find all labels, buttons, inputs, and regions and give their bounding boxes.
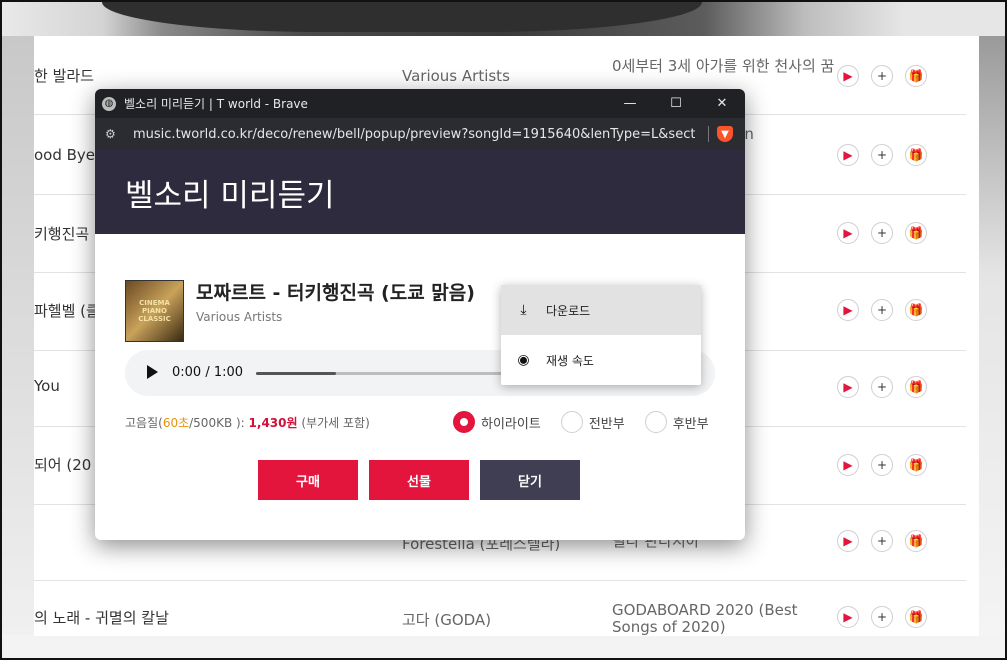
gift-button[interactable]: 🎁 bbox=[905, 299, 927, 321]
song-title[interactable]: 의 노래 - 귀멸의 칼날 bbox=[34, 607, 169, 628]
song-title[interactable]: 한 발라드 bbox=[34, 65, 94, 86]
add-button[interactable]: + bbox=[871, 606, 893, 628]
radio-highlight[interactable]: 하이라이트 bbox=[453, 411, 541, 433]
song-title[interactable]: 키행진곡 bbox=[34, 223, 89, 244]
song-title[interactable]: You bbox=[34, 377, 60, 395]
price-info: 고음질(60초/500KB ): 1,430원 (부가세 포함) bbox=[125, 416, 370, 430]
seek-bar[interactable] bbox=[256, 372, 506, 375]
background-left bbox=[2, 36, 34, 638]
window-titlebar[interactable]: ◍ 벨소리 미리듣기 | T world - Brave — ☐ ✕ bbox=[95, 89, 745, 118]
album-cover: CINEMA PIANO CLASSIC bbox=[125, 280, 184, 342]
radio-dot[interactable] bbox=[644, 411, 667, 433]
play-button[interactable]: ▶ bbox=[837, 144, 859, 166]
buy-button[interactable]: 구매 bbox=[258, 460, 358, 500]
gift-button[interactable]: 🎁 bbox=[905, 65, 927, 87]
duration-text: 60초 bbox=[162, 416, 190, 430]
gift-button[interactable]: 🎁 bbox=[905, 454, 927, 476]
radio-dot[interactable] bbox=[560, 411, 583, 433]
gift-button[interactable]: 🎁 bbox=[905, 222, 927, 244]
background-bottom bbox=[2, 634, 1005, 658]
gift-button[interactable]: 🎁 bbox=[905, 606, 927, 628]
add-button[interactable]: + bbox=[871, 530, 893, 552]
background-right bbox=[979, 36, 1005, 638]
play-button[interactable]: ▶ bbox=[837, 376, 859, 398]
song-title: 모짜르트 - 터키행진곡 (도쿄 맑음) bbox=[196, 282, 475, 304]
gift-button[interactable]: 🎁 bbox=[905, 144, 927, 166]
add-button[interactable]: + bbox=[871, 222, 893, 244]
globe-icon: ◍ bbox=[102, 96, 116, 111]
song-artist: Various Artists bbox=[196, 310, 283, 324]
gift-button[interactable]: 🎁 bbox=[905, 376, 927, 398]
play-button[interactable]: ▶ bbox=[837, 606, 859, 628]
play-icon[interactable] bbox=[147, 365, 158, 379]
add-button[interactable]: + bbox=[871, 65, 893, 87]
maximize-button[interactable]: ☐ bbox=[653, 89, 699, 118]
gift-button[interactable]: 🎁 bbox=[905, 530, 927, 552]
section-radio-group: 하이라이트 전반부 후반부 bbox=[453, 411, 729, 433]
close-window-button[interactable]: ✕ bbox=[699, 89, 745, 118]
window-title: 벨소리 미리듣기 | T world - Brave bbox=[124, 97, 308, 111]
table-row: 의 노래 - 귀멸의 칼날 고다 (GODA) GODABOARD 2020 (… bbox=[34, 580, 966, 636]
radio-dot[interactable] bbox=[453, 411, 475, 433]
preview-content: CINEMA PIANO CLASSIC 모짜르트 - 터키행진곡 (도쿄 맑음… bbox=[95, 234, 745, 540]
play-button[interactable]: ▶ bbox=[837, 454, 859, 476]
play-button[interactable]: ▶ bbox=[837, 299, 859, 321]
add-button[interactable]: + bbox=[871, 144, 893, 166]
site-settings-icon[interactable]: ⚙ bbox=[105, 127, 121, 141]
song-album[interactable]: GODABOARD 2020 (Best Songs of 2020) bbox=[612, 602, 837, 636]
menu-item-playback-speed[interactable]: ◉ 재생 속도 bbox=[501, 335, 701, 385]
address-bar[interactable]: ⚙ music.tworld.co.kr/deco/renew/bell/pop… bbox=[95, 118, 745, 150]
add-button[interactable]: + bbox=[871, 454, 893, 476]
close-button[interactable]: 닫기 bbox=[480, 460, 580, 500]
radio-first-half[interactable]: 전반부 bbox=[560, 411, 625, 433]
download-icon: ⤓ bbox=[520, 302, 527, 318]
add-button[interactable]: + bbox=[871, 376, 893, 398]
play-button[interactable]: ▶ bbox=[837, 530, 859, 552]
brave-shield-icon[interactable]: ▼ bbox=[717, 126, 733, 142]
seek-bar-fill bbox=[256, 372, 336, 375]
add-button[interactable]: + bbox=[871, 299, 893, 321]
gift-button[interactable]: 선물 bbox=[369, 460, 469, 500]
minimize-button[interactable]: — bbox=[607, 89, 653, 118]
url-text[interactable]: music.tworld.co.kr/deco/renew/bell/popup… bbox=[133, 127, 695, 142]
page-title: 벨소리 미리듣기 bbox=[95, 150, 745, 234]
playback-speed-icon: ◉ bbox=[517, 352, 530, 368]
play-button[interactable]: ▶ bbox=[837, 65, 859, 87]
song-title[interactable]: 파헬벨 (클 bbox=[34, 300, 100, 321]
divider bbox=[708, 126, 709, 142]
background-photo bbox=[2, 2, 1005, 36]
player-context-menu: ⤓ 다운로드 ◉ 재생 속도 bbox=[501, 285, 701, 385]
player-time: 0:00 / 1:00 bbox=[172, 365, 244, 380]
song-artist[interactable]: Various Artists bbox=[402, 67, 510, 85]
song-title[interactable]: 되어 (20 bbox=[34, 454, 91, 475]
play-button[interactable]: ▶ bbox=[837, 222, 859, 244]
song-artist[interactable]: 고다 (GODA) bbox=[402, 609, 491, 630]
song-title[interactable]: ood Bye( bbox=[34, 146, 101, 164]
price-amount: 1,430원 bbox=[248, 416, 298, 430]
radio-second-half[interactable]: 후반부 bbox=[644, 411, 709, 433]
menu-item-download[interactable]: ⤓ 다운로드 bbox=[501, 285, 701, 335]
